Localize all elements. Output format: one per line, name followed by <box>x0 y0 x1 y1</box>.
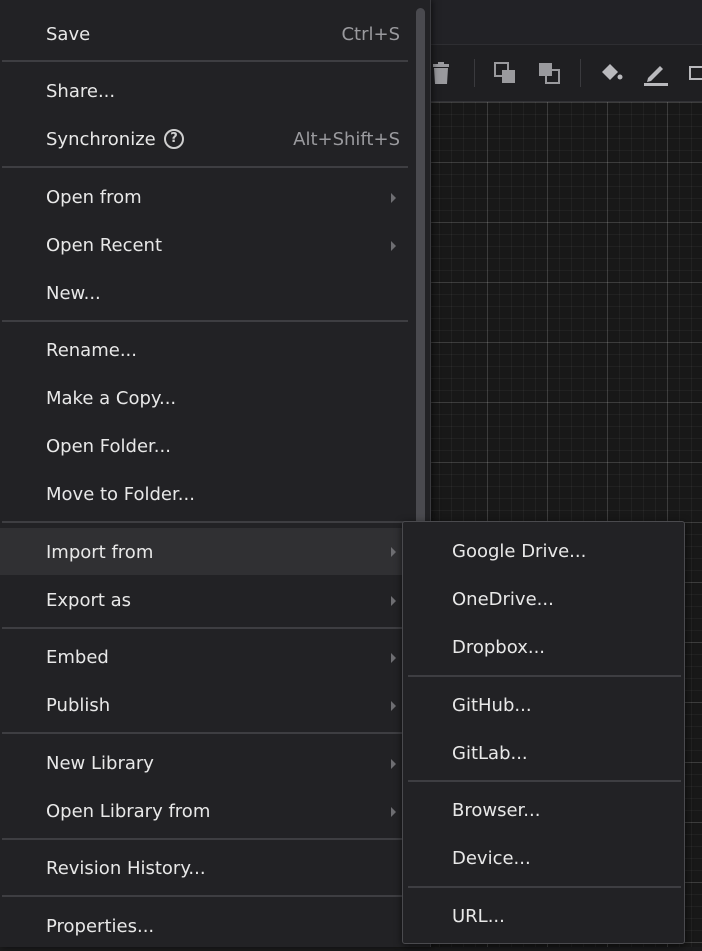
submenu-separator <box>408 780 681 782</box>
menu-separator <box>2 895 408 897</box>
menu-item-embed[interactable]: Embed <box>0 634 408 682</box>
submenu-item-label: Dropbox... <box>452 637 546 658</box>
submenu-item-label: URL... <box>452 906 505 927</box>
menu-separator <box>2 627 408 629</box>
shadow-icon[interactable] <box>686 60 702 86</box>
menu-item-rename[interactable]: Rename... <box>0 327 408 375</box>
trash-icon[interactable] <box>428 60 454 86</box>
submenu-arrow-icon <box>391 759 396 769</box>
menu-separator <box>2 838 408 840</box>
submenu-item-onedrive[interactable]: OneDrive... <box>403 576 684 624</box>
submenu-item-dropbox[interactable]: Dropbox... <box>403 624 684 672</box>
menu-item-label: Properties... <box>46 916 155 937</box>
menu-separator <box>2 732 408 734</box>
menu-item-label: Open Library from <box>46 801 211 822</box>
menu-item-label: New Library <box>46 753 154 774</box>
menu-item-label: Embed <box>46 647 109 668</box>
submenu-separator <box>408 675 681 677</box>
submenu-item-gitlab[interactable]: GitLab... <box>403 730 684 778</box>
shortcut-label: Ctrl+S <box>341 24 400 45</box>
help-icon[interactable]: ? <box>164 129 184 149</box>
submenu-item-label: GitLab... <box>452 743 528 764</box>
menu-item-label: Synchronize <box>46 129 156 150</box>
submenu-item-google-drive[interactable]: Google Drive... <box>403 528 684 576</box>
format-toolbar <box>420 45 702 102</box>
submenu-arrow-icon <box>391 547 396 557</box>
menu-item-label: Open Folder... <box>46 436 171 457</box>
menu-item-label: Save <box>46 24 91 45</box>
menu-separator <box>2 521 408 523</box>
menu-item-label: Open Recent <box>46 235 163 256</box>
menu-item-label: Move to Folder... <box>46 484 195 505</box>
toolbar-divider <box>580 59 581 87</box>
submenu-arrow-icon <box>391 193 396 203</box>
menu-item-save[interactable]: Save Ctrl+S <box>0 11 408 59</box>
submenu-arrow-icon <box>391 241 396 251</box>
top-bar <box>420 0 702 45</box>
menu-item-share[interactable]: Share... <box>0 68 408 116</box>
to-back-icon[interactable] <box>536 60 562 86</box>
menu-item-label: Import from <box>46 542 154 563</box>
menu-item-import-from[interactable]: Import from <box>0 528 408 575</box>
submenu-item-github[interactable]: GitHub... <box>403 682 684 730</box>
menu-separator <box>2 320 408 322</box>
toolbar-divider <box>474 59 475 87</box>
submenu-item-label: OneDrive... <box>452 589 554 610</box>
file-menu: Save Ctrl+S Share... Synchronize ? Alt+S… <box>0 0 431 947</box>
menu-item-revision-history[interactable]: Revision History... <box>0 845 408 893</box>
menu-item-make-copy[interactable]: Make a Copy... <box>0 375 408 423</box>
line-color-icon[interactable] <box>642 60 668 86</box>
menu-item-properties[interactable]: Properties... <box>0 903 408 951</box>
menu-item-open-folder[interactable]: Open Folder... <box>0 423 408 471</box>
submenu-item-label: Google Drive... <box>452 541 587 562</box>
shortcut-label: Alt+Shift+S <box>293 129 400 150</box>
menu-item-synchronize[interactable]: Synchronize ? Alt+Shift+S <box>0 116 408 164</box>
menu-item-new-library[interactable]: New Library <box>0 740 408 788</box>
menu-item-label: Make a Copy... <box>46 388 177 409</box>
menu-item-open-recent[interactable]: Open Recent <box>0 222 408 270</box>
menu-item-label: Export as <box>46 590 132 611</box>
fill-color-icon[interactable] <box>598 60 624 86</box>
menu-item-open-library-from[interactable]: Open Library from <box>0 788 408 836</box>
import-from-submenu: Google Drive... OneDrive... Dropbox... G… <box>402 521 685 944</box>
menu-separator <box>2 60 408 62</box>
menu-scrollbar[interactable] <box>416 8 425 538</box>
menu-item-label: Share... <box>46 81 116 102</box>
submenu-arrow-icon <box>391 807 396 817</box>
submenu-item-label: Browser... <box>452 800 541 821</box>
to-front-icon[interactable] <box>492 60 518 86</box>
submenu-item-url[interactable]: URL... <box>403 893 684 941</box>
menu-item-export-as[interactable]: Export as <box>0 577 408 625</box>
menu-item-publish[interactable]: Publish <box>0 682 408 730</box>
submenu-item-browser[interactable]: Browser... <box>403 787 684 835</box>
menu-item-label: Publish <box>46 695 111 716</box>
menu-separator <box>2 166 408 168</box>
submenu-arrow-icon <box>391 653 396 663</box>
menu-item-label: Revision History... <box>46 858 206 879</box>
submenu-arrow-icon <box>391 701 396 711</box>
menu-item-label: Open from <box>46 187 142 208</box>
submenu-item-device[interactable]: Device... <box>403 835 684 883</box>
menu-item-label: Rename... <box>46 340 137 361</box>
menu-item-new[interactable]: New... <box>0 270 408 318</box>
submenu-separator <box>408 886 681 888</box>
submenu-item-label: GitHub... <box>452 695 532 716</box>
submenu-arrow-icon <box>391 596 396 606</box>
menu-item-move-to-folder[interactable]: Move to Folder... <box>0 471 408 519</box>
menu-item-label: New... <box>46 283 101 304</box>
submenu-item-label: Device... <box>452 848 531 869</box>
menu-item-open-from[interactable]: Open from <box>0 174 408 222</box>
